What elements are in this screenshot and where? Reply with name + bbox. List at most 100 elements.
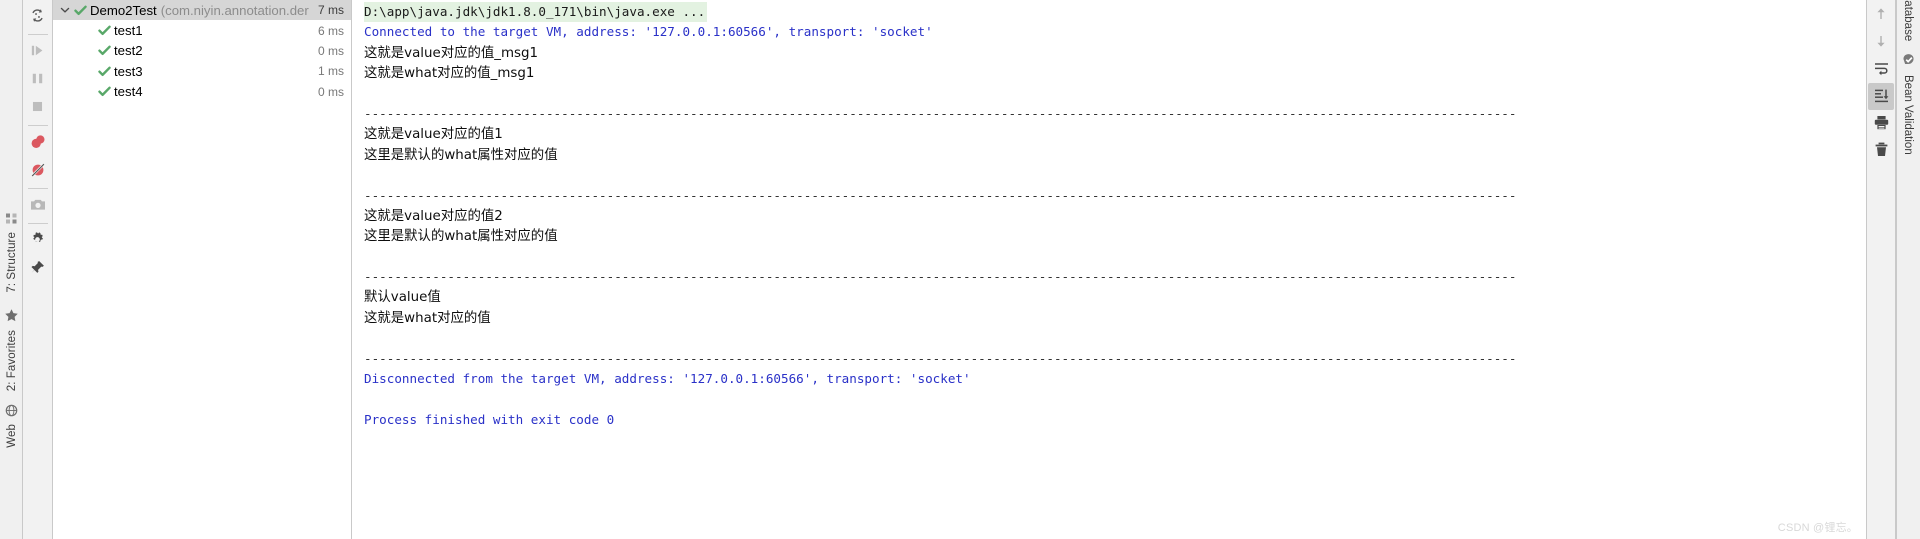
console-line: ----------------------------------------… bbox=[364, 267, 1866, 287]
pin-icon bbox=[29, 259, 46, 279]
scroll-to-end-button[interactable] bbox=[1868, 83, 1894, 110]
test-tree-row[interactable]: test2 0 ms bbox=[53, 41, 351, 61]
sidebar-item-label: Web bbox=[5, 424, 18, 448]
console-line-text: 这就是what对应的值 bbox=[364, 310, 491, 326]
sidebar-item-favorites[interactable]: 2: Favorites bbox=[0, 308, 23, 391]
console-line-text: ----------------------------------------… bbox=[364, 187, 1517, 203]
console-line: 这里是默认的what属性对应的值 bbox=[364, 145, 1866, 165]
console-text: D:\app\java.jdk\jdk1.8.0_171\bin\java.ex… bbox=[352, 0, 1866, 430]
test-package: (com.niyin.annotation.der bbox=[160, 2, 309, 18]
sidebar-item-label: 2: Favorites bbox=[5, 330, 18, 392]
chevron-down-icon[interactable] bbox=[57, 5, 72, 15]
scroll-to-end-icon bbox=[1873, 87, 1890, 107]
test-name: test4 bbox=[114, 84, 143, 100]
run-next-failed-button[interactable] bbox=[24, 38, 52, 66]
console-line-text: D:\app\java.jdk\jdk1.8.0_171\bin\java.ex… bbox=[364, 2, 708, 23]
arrow-up-icon bbox=[1873, 6, 1889, 25]
settings-button[interactable] bbox=[24, 227, 52, 255]
clear-all-button[interactable] bbox=[1868, 137, 1894, 164]
test-tree-row[interactable]: test3 1 ms bbox=[53, 61, 351, 81]
mute-breakpoints-button[interactable] bbox=[24, 157, 52, 185]
test-results-tree[interactable]: Demo2Test (com.niyin.annotation.der 7 ms te… bbox=[53, 0, 352, 539]
console-line: Process finished with exit code 0 bbox=[364, 410, 1866, 430]
export-snapshot-button[interactable] bbox=[24, 192, 52, 220]
pause-icon bbox=[29, 70, 46, 90]
arrow-down-icon bbox=[1873, 33, 1889, 52]
console-line-text: ----------------------------------------… bbox=[364, 105, 1517, 121]
console-output-panel[interactable]: D:\app\java.jdk\jdk1.8.0_171\bin\java.ex… bbox=[352, 0, 1867, 539]
console-line-text: 这就是value对应的值1 bbox=[364, 127, 503, 143]
test-duration: 6 ms bbox=[317, 23, 344, 38]
trash-icon bbox=[1873, 141, 1890, 161]
test-name: test1 bbox=[114, 23, 143, 39]
next-occurrence-button[interactable] bbox=[1868, 29, 1894, 56]
test-passed-icon bbox=[96, 44, 112, 57]
console-line: ----------------------------------------… bbox=[364, 186, 1866, 206]
mute-breakpoints-icon bbox=[29, 161, 47, 182]
console-line: Connected to the target VM, address: '12… bbox=[364, 22, 1866, 42]
sidebar-item-database[interactable]: Database bbox=[1896, 0, 1920, 41]
toggle-breakpoints-button[interactable] bbox=[24, 129, 52, 157]
test-tree-row[interactable]: Demo2Test (com.niyin.annotation.der 7 ms bbox=[53, 0, 351, 21]
test-tree-row[interactable]: test4 0 ms bbox=[53, 82, 351, 102]
console-line: 这就是value对应的值2 bbox=[364, 206, 1866, 226]
console-line-text: 这就是value对应的值2 bbox=[364, 208, 503, 224]
toolbar-divider bbox=[27, 188, 48, 189]
test-name: Demo2Test bbox=[90, 2, 157, 18]
sidebar-item-web[interactable]: Web bbox=[0, 404, 23, 448]
test-tree-row[interactable]: test1 6 ms bbox=[53, 20, 351, 40]
ide-run-tool-window: 7: Structure 2: Favorites Web Demo2Test … bbox=[0, 0, 1920, 539]
bean-validation-icon bbox=[1901, 52, 1916, 70]
console-line-text: 默认value值 bbox=[364, 290, 441, 306]
console-line-text: ----------------------------------------… bbox=[364, 350, 1517, 366]
toolbar-divider bbox=[27, 125, 48, 126]
console-line: 默认value值 bbox=[364, 287, 1866, 307]
console-line-text: 这里是默认的what属性对应的值 bbox=[364, 229, 558, 245]
print-button[interactable] bbox=[1868, 110, 1894, 137]
console-line-text: ----------------------------------------… bbox=[364, 269, 1517, 285]
right-tool-window-rail: Database Bean Validation bbox=[1896, 0, 1920, 539]
pause-button[interactable] bbox=[24, 66, 52, 94]
previous-occurrence-button[interactable] bbox=[1868, 2, 1894, 29]
soft-wrap-button[interactable] bbox=[1868, 56, 1894, 83]
console-actions-toolbar bbox=[1867, 0, 1896, 539]
run-actions-toolbar bbox=[23, 0, 53, 539]
star-icon bbox=[4, 308, 19, 326]
console-line: 这就是value对应的值_msg1 bbox=[364, 43, 1866, 63]
console-line: ----------------------------------------… bbox=[364, 104, 1866, 124]
sidebar-item-label: Bean Validation bbox=[1902, 75, 1914, 155]
breakpoints-icon bbox=[29, 133, 47, 154]
console-line: 这就是what对应的值 bbox=[364, 308, 1866, 328]
test-passed-icon bbox=[96, 85, 112, 98]
test-passed-icon bbox=[96, 24, 112, 37]
play-pause-icon bbox=[29, 42, 46, 62]
sidebar-item-bean-validation[interactable]: Bean Validation bbox=[1896, 52, 1920, 155]
rerun-tests-button[interactable] bbox=[24, 3, 52, 31]
gear-icon bbox=[29, 231, 46, 251]
pin-tab-button[interactable] bbox=[24, 255, 52, 283]
console-line: ----------------------------------------… bbox=[364, 349, 1866, 369]
stop-button[interactable] bbox=[24, 94, 52, 122]
rerun-icon bbox=[29, 7, 46, 27]
web-icon bbox=[5, 404, 18, 420]
console-line: 这就是what对应的值_msg1 bbox=[364, 63, 1866, 83]
sidebar-item-structure[interactable]: 7: Structure bbox=[0, 212, 23, 293]
test-name: test3 bbox=[114, 63, 143, 79]
printer-icon bbox=[1873, 114, 1890, 134]
test-name: test2 bbox=[114, 43, 143, 59]
console-line: 这就是value对应的值1 bbox=[364, 124, 1866, 144]
test-passed-icon bbox=[96, 65, 112, 78]
console-line-text: 这里是默认的what属性对应的值 bbox=[364, 147, 558, 163]
stop-icon bbox=[29, 98, 46, 118]
structure-icon bbox=[5, 212, 18, 228]
console-line-text: Connected to the target VM, address: '12… bbox=[364, 24, 933, 40]
camera-icon bbox=[29, 196, 47, 217]
sidebar-item-label: 7: Structure bbox=[5, 232, 18, 293]
toolbar-divider bbox=[27, 34, 48, 35]
console-line-text: Disconnected from the target VM, address… bbox=[364, 371, 971, 387]
test-duration: 0 ms bbox=[317, 84, 344, 99]
